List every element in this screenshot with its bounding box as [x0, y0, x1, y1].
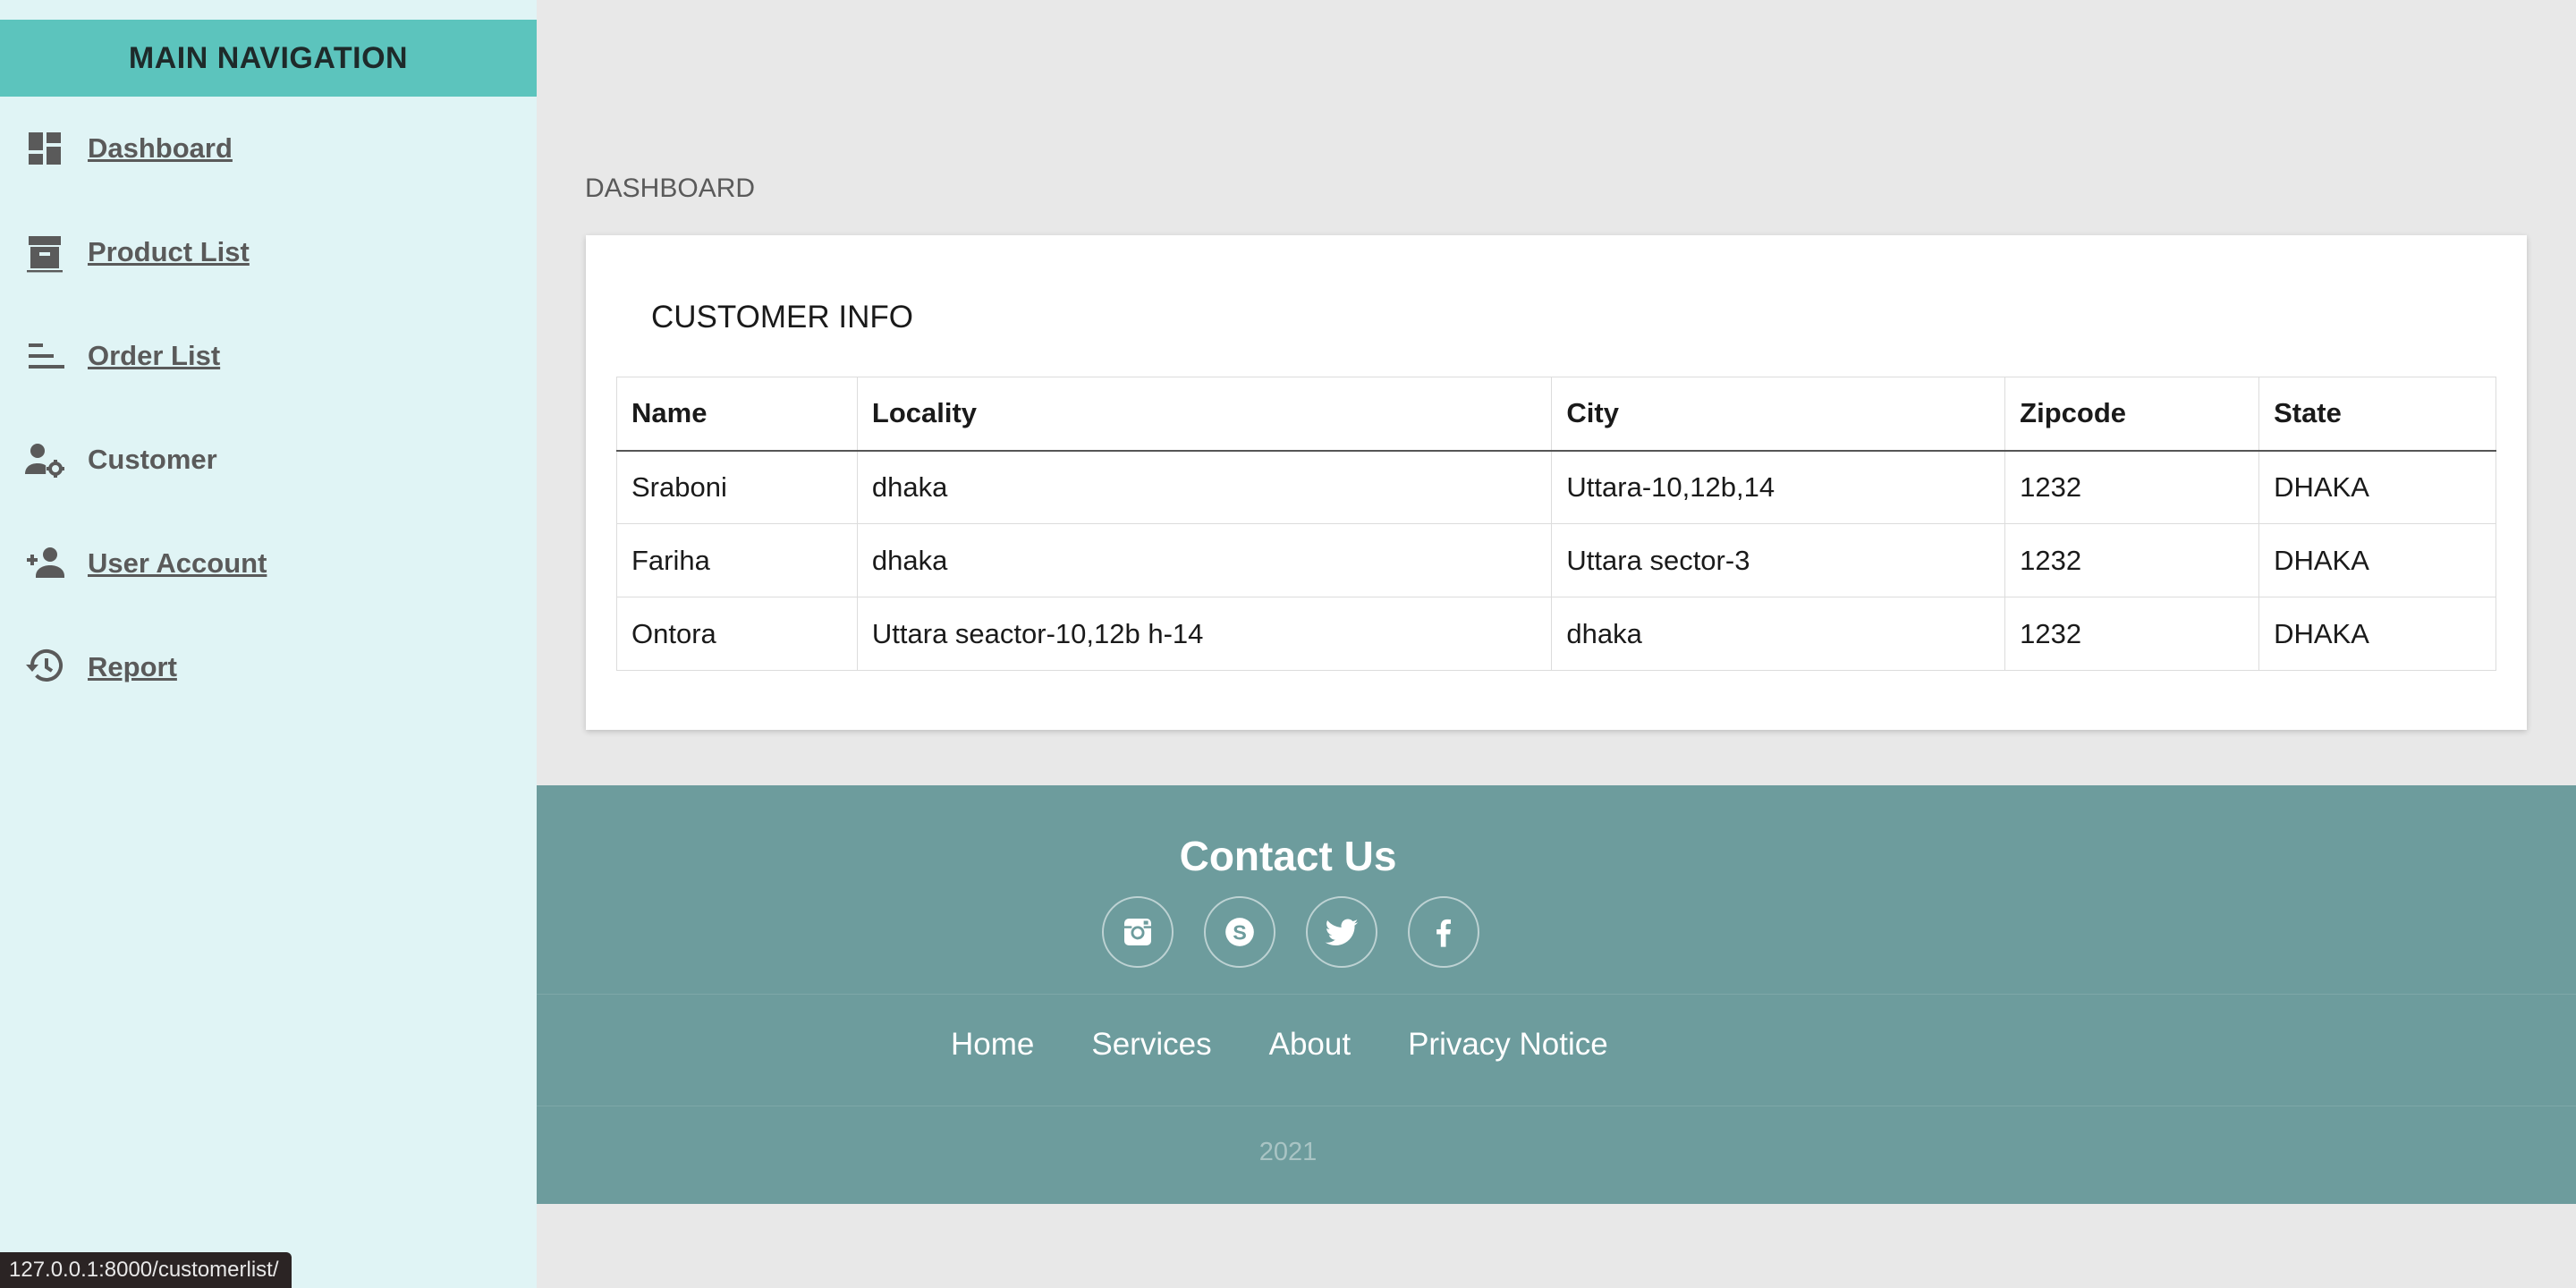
- twitter-icon: [1325, 919, 1359, 946]
- table-cell: 1232: [2004, 450, 2260, 524]
- archive-box-icon: [23, 227, 68, 277]
- footer-link-services[interactable]: Services: [1091, 1027, 1211, 1063]
- sidebar-item-order-list[interactable]: Order List: [0, 304, 537, 408]
- footer-year: 2021: [1258, 1138, 1318, 1166]
- table-cell: Sraboni: [616, 450, 858, 524]
- page-title: DASHBOARD: [585, 174, 756, 203]
- column-header: City: [1551, 377, 2006, 452]
- sidebar-item-label: User Account: [88, 547, 267, 579]
- table-cell: dhaka: [1551, 597, 2006, 671]
- sidebar-header: MAIN NAVIGATION: [0, 20, 537, 97]
- footer-links: Home Services About Privacy Notice: [951, 1027, 1608, 1063]
- sidebar-item-label: Report: [88, 651, 177, 682]
- table-cell: 1232: [2004, 597, 2260, 671]
- sort-lines-icon: [23, 331, 68, 381]
- sidebar-item-product-list[interactable]: Product List: [0, 200, 537, 304]
- footer-link-about[interactable]: About: [1269, 1027, 1351, 1063]
- sidebar-item-dashboard[interactable]: Dashboard: [0, 97, 537, 200]
- skype-icon: S: [1225, 918, 1254, 946]
- instagram-link[interactable]: [1102, 896, 1174, 968]
- table-row: Fariha dhaka Uttara sector-3 1232 DHAKA: [616, 523, 2496, 597]
- card-title: CUSTOMER INFO: [651, 300, 913, 335]
- column-header: Locality: [856, 377, 1553, 452]
- table-row: Sraboni dhaka Uttara-10,12b,14 1232 DHAK…: [616, 450, 2496, 524]
- instagram-icon: [1124, 919, 1151, 945]
- person-gear-icon: [23, 435, 68, 485]
- table-cell: dhaka: [856, 450, 1553, 524]
- table-row: Ontora Uttara seactor-10,12b h-14 dhaka …: [616, 597, 2496, 671]
- sidebar-item-label: Customer: [88, 444, 217, 475]
- table-cell: DHAKA: [2258, 523, 2496, 597]
- social-links: S: [1102, 896, 1479, 968]
- column-header: Zipcode: [2004, 377, 2260, 452]
- sidebar-item-label: Product List: [88, 236, 250, 267]
- footer-title: Contact Us: [1179, 833, 1397, 879]
- dashboard-icon: [23, 123, 68, 174]
- table-cell: Fariha: [616, 523, 858, 597]
- person-add-icon: [23, 538, 68, 589]
- table-cell: Ontora: [616, 597, 858, 671]
- nav-list: Dashboard Product List Order List Custom…: [0, 97, 537, 719]
- table-cell: Uttara sector-3: [1551, 523, 2006, 597]
- table-cell: Uttara seactor-10,12b h-14: [856, 597, 1553, 671]
- sidebar-item-user-account[interactable]: User Account: [0, 512, 537, 615]
- sidebar-item-label: Dashboard: [88, 132, 233, 164]
- footer-link-home[interactable]: Home: [951, 1027, 1034, 1063]
- footer-divider: [537, 994, 2576, 995]
- column-header: State: [2258, 377, 2496, 452]
- sidebar: MAIN NAVIGATION Dashboard Product List O…: [0, 0, 537, 1288]
- table-cell: Uttara-10,12b,14: [1551, 450, 2006, 524]
- customer-table: Name Locality City Zipcode State Sraboni…: [616, 377, 2496, 671]
- table-cell: 1232: [2004, 523, 2260, 597]
- footer-link-privacy-notice[interactable]: Privacy Notice: [1408, 1027, 1608, 1063]
- facebook-link[interactable]: [1408, 896, 1479, 968]
- column-header: Name: [616, 377, 858, 452]
- status-bar-url: 127.0.0.1:8000/customerlist/: [0, 1252, 292, 1288]
- table-cell: DHAKA: [2258, 450, 2496, 524]
- table-cell: DHAKA: [2258, 597, 2496, 671]
- customer-info-card: CUSTOMER INFO Name Locality City Zipcode…: [586, 235, 2527, 730]
- twitter-link[interactable]: [1306, 896, 1377, 968]
- sidebar-item-report[interactable]: Report: [0, 615, 537, 719]
- history-icon: [23, 642, 68, 692]
- sidebar-item-customer[interactable]: Customer: [0, 408, 537, 512]
- table-cell: dhaka: [856, 523, 1553, 597]
- sidebar-item-label: Order List: [88, 340, 221, 371]
- skype-link[interactable]: S: [1204, 896, 1275, 968]
- facebook-icon: [1436, 919, 1451, 947]
- svg-text:S: S: [1233, 920, 1247, 944]
- table-header-row: Name Locality City Zipcode State: [616, 377, 2496, 452]
- footer: Contact Us S Home Services About Privacy…: [537, 785, 2576, 1204]
